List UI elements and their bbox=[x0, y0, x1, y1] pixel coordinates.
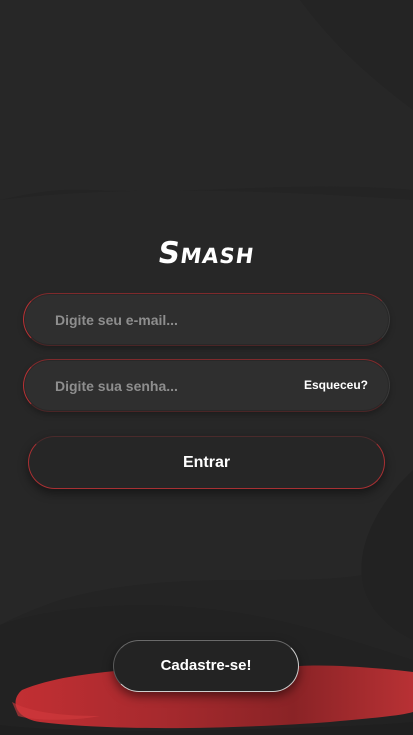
signup-button[interactable]: Cadastre-se! bbox=[113, 640, 299, 692]
forgot-password-link[interactable]: Esqueceu? bbox=[304, 378, 368, 392]
password-field[interactable]: Esqueceu? bbox=[23, 359, 390, 412]
email-input[interactable] bbox=[55, 294, 305, 345]
password-input[interactable] bbox=[55, 360, 305, 411]
login-button[interactable]: Entrar bbox=[28, 436, 385, 489]
email-field[interactable] bbox=[23, 293, 390, 346]
app-logo: Smash bbox=[155, 236, 258, 271]
login-screen: Smash Esqueceu? Entrar Cadastre-se! bbox=[0, 0, 413, 735]
